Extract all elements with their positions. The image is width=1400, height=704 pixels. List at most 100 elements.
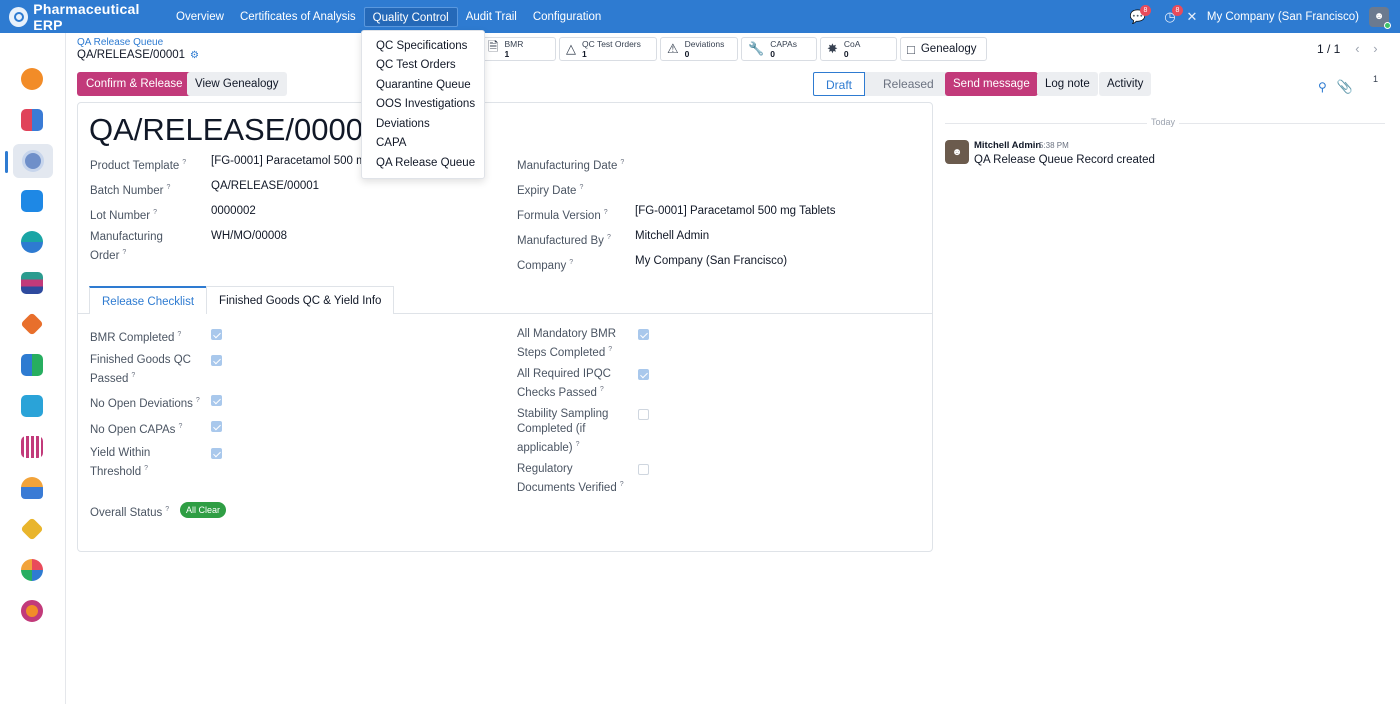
employees-app-icon[interactable] [21, 477, 43, 499]
field-lot-number[interactable]: 0000002 [211, 205, 256, 217]
notebook-tabs: Release Checklist Finished Goods QC & Yi… [89, 286, 395, 314]
check-label-ipqc-checks: All Required IPQC Checks Passed? [517, 368, 611, 399]
tab-finished-goods-qc[interactable]: Finished Goods QC & Yield Info [206, 286, 395, 314]
dropdown-item-deviations[interactable]: Deviations [376, 118, 430, 130]
pharma-app-icon[interactable] [13, 144, 53, 178]
dropdown-item-qc-specifications[interactable]: QC Specifications [376, 40, 467, 52]
search-icon[interactable]: ⚲ [1318, 80, 1327, 94]
accounting-app-icon[interactable] [21, 190, 43, 212]
field-label-batch-number: Batch Number? [90, 184, 171, 197]
field-label-manufacturing-order: Manufacturing Order? [90, 231, 163, 262]
smart-button-label: CoA [843, 39, 861, 49]
top-navbar: Pharmaceutical ERP Overview Certificates… [0, 0, 1400, 33]
pager: 1 / 1 ‹ › [1317, 41, 1384, 56]
checkbox-yield-within-threshold[interactable] [211, 448, 222, 459]
paperclip-icon[interactable]: 📎 [1337, 79, 1353, 95]
send-message-button[interactable]: Send message [945, 72, 1038, 96]
checkbox-bmr-completed[interactable] [211, 329, 222, 340]
checkbox-regulatory-documents[interactable] [638, 464, 649, 475]
menu-quality-control[interactable]: Quality Control [363, 6, 458, 27]
breadcrumb-record: QA/RELEASE/00001 ⚙ [77, 49, 199, 61]
odoo-app-icon[interactable] [21, 600, 43, 622]
smart-button-capas[interactable]: 🔧 CAPAs 0 [741, 37, 817, 61]
gear-icon[interactable]: ⚙ [190, 50, 199, 61]
activity-button[interactable]: Activity [1099, 72, 1152, 96]
documents-app-icon[interactable] [21, 395, 43, 417]
breadcrumb-parent[interactable]: QA Release Queue [77, 37, 163, 48]
log-note-button[interactable]: Log note [1037, 72, 1098, 96]
manufacturing-app-icon[interactable] [21, 354, 43, 376]
view-genealogy-button[interactable]: View Genealogy [187, 72, 287, 96]
check-label-no-open-capas: No Open CAPAs? [90, 423, 183, 436]
messages-button[interactable]: 💬 8 [1125, 4, 1151, 27]
stage-draft[interactable]: Draft [813, 72, 866, 96]
dropdown-item-oos-investigations[interactable]: OOS Investigations [376, 98, 475, 110]
activities-button[interactable]: ◷ 8 [1157, 4, 1183, 27]
field-manufacturing-order[interactable]: WH/MO/00008 [211, 230, 287, 242]
apps-sidebar [0, 33, 66, 704]
field-batch-number[interactable]: QA/RELEASE/00001 [211, 180, 319, 192]
calendar-app-icon[interactable] [21, 272, 43, 294]
field-manufactured-by[interactable]: Mitchell Admin [635, 230, 709, 242]
dropdown-item-capa[interactable]: CAPA [376, 137, 406, 149]
smart-button-label: Genealogy [920, 43, 977, 55]
checkbox-ipqc-checks[interactable] [638, 369, 649, 380]
field-company[interactable]: My Company (San Francisco) [635, 255, 787, 267]
smart-button-genealogy[interactable]: □ Genealogy [900, 37, 987, 61]
checkbox-no-open-capas[interactable] [211, 421, 222, 432]
dashboard-app-icon[interactable] [21, 109, 43, 131]
dropdown-item-quarantine-queue[interactable]: Quarantine Queue [376, 79, 471, 91]
field-label-manufacturing-date: Manufacturing Date? [517, 159, 625, 172]
checkbox-no-open-deviations[interactable] [211, 395, 222, 406]
smart-button-label: BMR [504, 39, 524, 49]
dropdown-item-qa-release-queue[interactable]: QA Release Queue [376, 157, 475, 169]
confirm-release-button[interactable]: Confirm & Release [77, 72, 192, 96]
tab-release-checklist[interactable]: Release Checklist [89, 286, 208, 314]
company-switch-icon[interactable]: ✕ [1183, 7, 1201, 27]
sign-app-icon[interactable] [20, 517, 44, 541]
warning-icon: ⚠ [667, 41, 679, 56]
author-avatar[interactable]: ☻ [945, 140, 969, 164]
menu-configuration[interactable]: Configuration [525, 7, 609, 27]
smart-button-coa[interactable]: ✸ CoA 0 [820, 37, 897, 61]
field-product-template[interactable]: [FG-0001] Paracetamol 500 m [211, 155, 366, 167]
check-label-mandatory-bmr-steps: All Mandatory BMR Steps Completed? [517, 328, 617, 359]
wrench-icon: 🔧 [748, 41, 765, 56]
breadcrumb-record-name: QA/RELEASE/00001 [77, 49, 186, 61]
inventory-app-icon[interactable] [20, 312, 44, 336]
smart-button-bmr[interactable]: 🗎 BMR 1 [481, 37, 556, 61]
form-sheet [77, 102, 933, 552]
menu-certificates-of-analysis[interactable]: Certificates of Analysis [232, 7, 364, 27]
check-label-stability-sampling: Stability Sampling Completed (if applica… [517, 408, 609, 454]
website-app-icon[interactable] [21, 231, 43, 253]
chatter-tools: ⚲ 📎 1 [1318, 72, 1378, 102]
check-label-regulatory-documents: Regulatory Documents Verified? [517, 463, 624, 494]
dropdown-item-qc-test-orders[interactable]: QC Test Orders [376, 59, 456, 71]
field-label-product-template: Product Template? [90, 159, 187, 172]
chevron-right-icon[interactable]: › [1366, 41, 1384, 56]
activities-badge: 8 [1171, 4, 1183, 16]
menu-overview[interactable]: Overview [168, 7, 232, 27]
checkbox-stability-sampling[interactable] [638, 409, 649, 420]
stage-released[interactable]: Released [865, 72, 946, 96]
field-label-formula-version: Formula Version? [517, 209, 608, 222]
discuss-app-icon[interactable] [21, 68, 43, 90]
smart-button-deviations[interactable]: ⚠ Deviations 0 [660, 37, 738, 61]
user-avatar[interactable]: ☻ [1369, 6, 1391, 29]
field-formula-version[interactable]: [FG-0001] Paracetamol 500 mg Tablets [635, 205, 836, 217]
menu-audit-trail[interactable]: Audit Trail [458, 7, 525, 27]
checkbox-finished-goods-qc[interactable] [211, 355, 222, 366]
company-name[interactable]: My Company (San Francisco) [1207, 11, 1359, 23]
record-title: QA/RELEASE/00001 [89, 112, 381, 147]
checkbox-mandatory-bmr-steps[interactable] [638, 329, 649, 340]
helpdesk-app-icon[interactable] [21, 559, 43, 581]
message-author[interactable]: Mitchell Admin [974, 140, 1041, 151]
chevron-left-icon[interactable]: ‹ [1348, 41, 1366, 56]
smart-button-count: 0 [770, 49, 775, 59]
barcode-app-icon[interactable] [21, 436, 43, 458]
app-logo-icon [9, 6, 29, 27]
smart-button-qc-test-orders[interactable]: △ QC Test Orders 1 [559, 37, 657, 61]
field-label-manufactured-by: Manufactured By? [517, 234, 611, 247]
pager-value[interactable]: 1 / 1 [1317, 42, 1340, 56]
brand[interactable]: Pharmaceutical ERP [0, 1, 168, 33]
